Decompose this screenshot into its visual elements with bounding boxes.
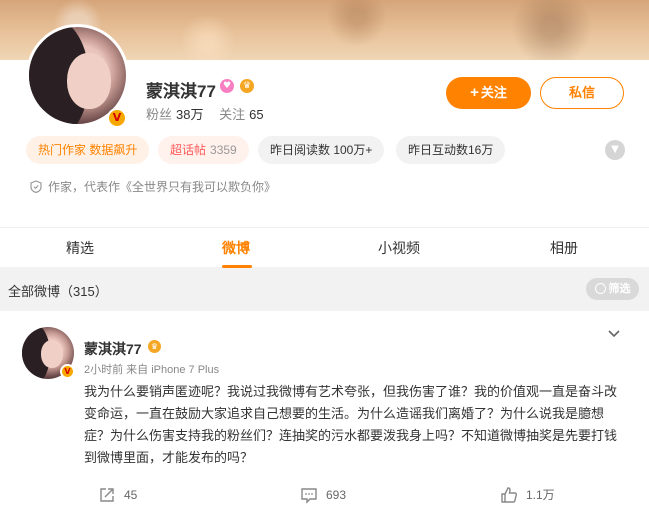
filter-icon [594, 283, 606, 294]
repost-count: 45 [124, 488, 138, 502]
filter-button[interactable]: 筛选 [586, 278, 639, 300]
tab-short-video[interactable]: 小视频 [378, 238, 420, 258]
filter-button-label: 筛选 [608, 283, 631, 295]
post-actions: 45 693 1.1万 [0, 483, 649, 507]
chevron-down-icon[interactable] [606, 325, 622, 341]
share-icon [100, 488, 114, 502]
post-meta: 2小时前 来自 iPhone 7 Plus [84, 364, 220, 376]
profile-name: 蒙淇淇77 [146, 82, 216, 101]
intro-text: 作家，代表作《全世界只有我可以欺负你》 [48, 180, 277, 194]
follow-button-label: 关注 [480, 85, 507, 100]
tab-weibo[interactable]: 微博 [222, 238, 250, 258]
post-author[interactable]: 蒙淇淇77 [84, 339, 142, 359]
comment-button[interactable]: 693 [300, 483, 346, 507]
post-card: V 蒙淇淇77 ♛ 2小时前 来自 iPhone 7 Plus 我为什么要销声匿… [0, 311, 649, 521]
active-tab-indicator [222, 265, 252, 268]
vip-crown-icon[interactable]: ♛ [148, 340, 161, 353]
followers-label[interactable]: 粉丝 [146, 107, 172, 122]
like-button[interactable]: 1.1万 [500, 483, 555, 507]
chip-daily-interactions[interactable]: 昨日互动数16万 [396, 136, 506, 164]
followers-count[interactable]: 38万 [176, 107, 203, 122]
post-text: 我为什么要销声匿迹呢？我说过我微博有艺术夸张，但我伤害了谁？我的价值观一直是奋斗… [84, 384, 618, 465]
shield-icon [30, 180, 42, 193]
chip-super-topic[interactable]: 超话帖 3359 [158, 136, 249, 164]
comment-icon [301, 488, 317, 504]
like-count: 1.1万 [526, 488, 555, 502]
profile-tabs: 精选 微博 小视频 相册 [0, 227, 649, 268]
chip-super-topic-label: 超话帖 [170, 143, 207, 157]
follow-button[interactable]: + 关注 [446, 77, 531, 109]
message-button[interactable]: 私信 [540, 77, 624, 109]
following-count[interactable]: 65 [249, 107, 263, 122]
profile-intro: 作家，代表作《全世界只有我可以欺负你》 [30, 178, 276, 195]
verified-icon: V [60, 364, 75, 379]
tab-album[interactable]: 相册 [550, 238, 578, 258]
chip-hot-writer[interactable]: 热门作家 数据飙升 [26, 136, 150, 164]
verified-icon: V [107, 108, 127, 128]
vip-crown-icon[interactable]: ♛ [240, 79, 254, 93]
plus-icon: + [470, 84, 479, 101]
all-posts-count: 全部微博（315） [8, 284, 108, 299]
fan-club-icon[interactable]: ♥ [220, 79, 234, 93]
profile-stats: 粉丝 38万 关注 65 [146, 104, 276, 123]
thumbs-up-icon [501, 487, 517, 503]
comment-count: 693 [326, 488, 347, 502]
chevron-down-icon[interactable]: ▼ [605, 140, 625, 160]
chip-daily-reads[interactable]: 昨日阅读数 100万+ [258, 136, 385, 164]
tab-featured[interactable]: 精选 [66, 238, 94, 258]
chip-super-topic-count: 3359 [210, 143, 237, 157]
repost-button[interactable]: 45 [98, 483, 137, 507]
following-label[interactable]: 关注 [219, 107, 245, 122]
